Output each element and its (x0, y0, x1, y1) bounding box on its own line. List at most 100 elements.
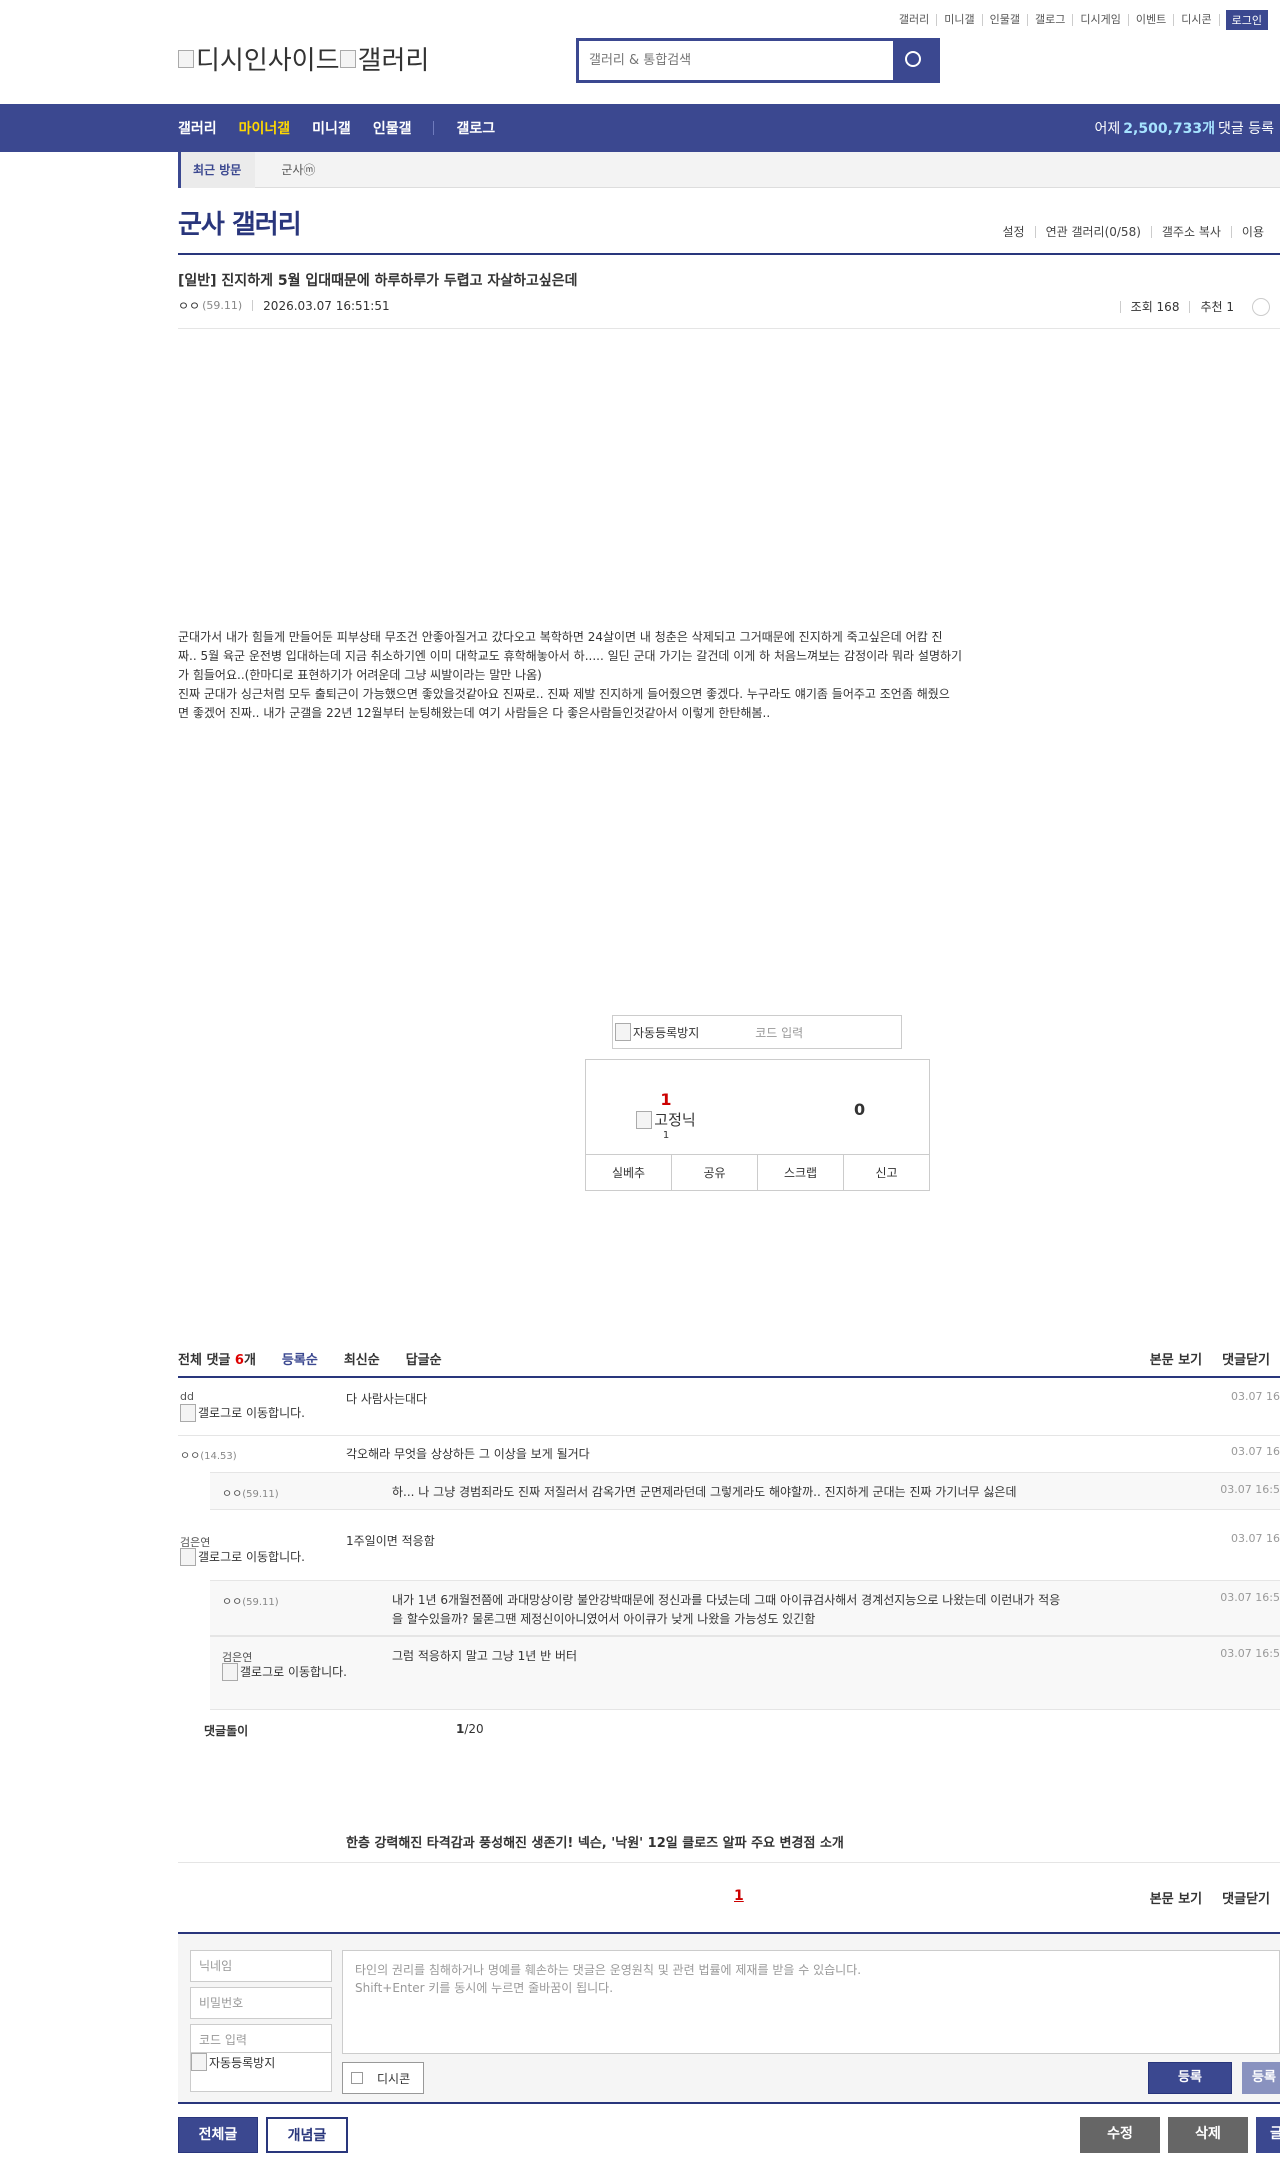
nav-persongall[interactable]: 인물갤 (373, 118, 412, 138)
util-persongall[interactable]: 인물갤 (983, 14, 1029, 26)
sort-replies[interactable]: 답글순 (406, 1349, 442, 1368)
comment-nick-text: ㅇㅇ (180, 1449, 201, 1462)
submit-comment-button[interactable]: 등록 (1148, 2062, 1232, 2094)
comment-page-total: /20 (464, 1722, 484, 1736)
stat-prefix: 어제 (1094, 121, 1121, 137)
delete-button[interactable]: 삭제 (1168, 2117, 1248, 2153)
comment-count-unit: 개 (243, 1353, 256, 1368)
post-author[interactable]: ㅇㅇ (178, 297, 200, 314)
dccon-label: 디시콘 (377, 2071, 411, 2086)
scrap-button[interactable]: 스크랩 (757, 1155, 843, 1190)
comment-nick[interactable]: ㅇㅇ(59.11) (222, 1593, 279, 1609)
util-gallery[interactable]: 갤러리 (892, 14, 938, 26)
comment-pagination-current[interactable]: 1 (734, 1888, 744, 1904)
report-button[interactable]: 신고 (843, 1155, 929, 1190)
search-bar (576, 38, 940, 83)
comment-text: 다 사람사는대다 (346, 1392, 428, 1406)
view-post-button-bottom[interactable]: 본문 보기 (1150, 1888, 1202, 1907)
nav-gallog[interactable]: 갤로그 (456, 118, 495, 138)
concept-posts-button[interactable]: 개념글 (266, 2117, 348, 2153)
code-input[interactable]: 코드 입력 (190, 2024, 332, 2054)
post-meta: ㅇㅇ (59.11) 2026.03.07 16:51:51 (178, 297, 390, 314)
post-body-line: 짜.. 5월 육군 운전병 입대하는데 지금 취소하기엔 이미 대학교도 휴학해… (178, 649, 963, 663)
related-gallery-link[interactable]: 연관 갤러리(0/58) (1034, 226, 1151, 238)
share-button[interactable]: 공유 (671, 1155, 757, 1190)
comment-text: 각오해라 무엇을 상상하든 그 이상을 보게 될거다 (346, 1447, 590, 1461)
nav-gallery[interactable]: 갤러리 (178, 118, 217, 138)
nickname-input[interactable]: 닉네임 (190, 1950, 332, 1982)
util-event[interactable]: 이벤트 (1129, 14, 1175, 26)
sort-registered[interactable]: 등록순 (282, 1349, 318, 1368)
nav-minorgall[interactable]: 마이너갤 (239, 118, 291, 138)
comment-date: 03.07 16:5 (1220, 1647, 1280, 1660)
edit-button[interactable]: 수정 (1080, 2117, 1160, 2153)
comment-text-line: 내가 1년 6개월전쯤에 과대망상이랑 불안강박때문에 정신과를 다녔는데 그때… (392, 1593, 1061, 1607)
recent-gallery-link[interactable]: 군사ⓜ (281, 161, 315, 178)
recommend-up[interactable]: 1 고정닉 1 (626, 1090, 706, 1141)
comment-count-value: 6 (234, 1353, 244, 1368)
main-nav: 갤러리 마이너갤 미니갤 인물갤 갤로그 어제 2,500,733개 댓글 등록 (0, 104, 1280, 152)
post-stats: 조회 168 추천 1 (1119, 298, 1270, 316)
recommend-box: 1 고정닉 1 0 실베추 공유 스크랩 신고 (585, 1059, 930, 1191)
gallery-title[interactable]: 군사 갤러리 (178, 204, 302, 241)
comment-text: 내가 1년 6개월전쯤에 과대망상이랑 불안강박때문에 정신과를 다녔는데 그때… (392, 1591, 1060, 1629)
comment-nick[interactable]: dd (180, 1390, 194, 1403)
post-author-ip: (59.11) (202, 299, 243, 312)
password-input[interactable]: 비밀번호 (190, 1987, 332, 2019)
comment-date: 03.07 16 (1231, 1532, 1280, 1545)
recommend-down[interactable]: 0 (854, 1100, 865, 1119)
copy-url-link[interactable]: 갤주소 복사 (1150, 226, 1231, 238)
comment-nick[interactable]: ㅇㅇ(14.53) (180, 1447, 237, 1463)
recent-visit-bar: 최근 방문 군사ⓜ (178, 151, 1280, 188)
captcha-code-input[interactable]: 코드 입력 (755, 1024, 803, 1041)
sort-latest[interactable]: 최신순 (344, 1349, 380, 1368)
search-input[interactable] (579, 41, 893, 80)
bottom-comment-tools: 본문 보기 댓글닫기 (1130, 1888, 1270, 1907)
nav-minigall[interactable]: 미니갤 (312, 118, 351, 138)
view-post-button[interactable]: 본문 보기 (1150, 1349, 1202, 1368)
comment-text-line: 을 할수있을까? 물론그땐 제정신이아니였어서 아이큐가 낮게 나왔을 가능성도… (392, 1612, 816, 1626)
util-minigall[interactable]: 미니갤 (937, 14, 983, 26)
login-button[interactable]: 로그인 (1225, 10, 1268, 30)
search-button[interactable] (893, 41, 937, 80)
usage-link[interactable]: 이용 (1230, 226, 1274, 238)
settings-link[interactable]: 설정 (992, 226, 1034, 238)
comments-header: 전체 댓글 6개 등록순 최신순 답글순 본문 보기 댓글닫기 (178, 1349, 1280, 1368)
close-comments-button[interactable]: 댓글닫기 (1222, 1349, 1270, 1368)
dccon-button[interactable]: 디시콘 (342, 2062, 424, 2094)
all-posts-button[interactable]: 전체글 (178, 2117, 258, 2153)
comment-page-info: 1/20 (456, 1722, 484, 1736)
comment-date: 03.07 16 (1231, 1390, 1280, 1403)
logo-image-gallery: 갤러리 (340, 40, 430, 77)
util-dcgame[interactable]: 디시게임 (1073, 14, 1129, 26)
title-divider (178, 253, 1280, 255)
comment-nick[interactable]: ㅇㅇ(59.11) (222, 1485, 279, 1501)
util-gallog[interactable]: 갤로그 (1028, 14, 1074, 26)
comment-ip: (14.53) (200, 1451, 237, 1462)
more-circle-icon[interactable] (1252, 298, 1270, 316)
comment-write-box: 닉네임 비밀번호 코드 입력 자동등록방지 타인의 권리를 침해하거나 명예를 … (178, 1932, 1280, 2104)
stat-value: 2,500,733개 (1123, 121, 1216, 137)
comment-stat: 어제 2,500,733개 댓글 등록 (1095, 104, 1274, 152)
comment-nick-text: ㅇㅇ (222, 1487, 243, 1500)
best-recommend-button[interactable]: 실베추 (586, 1155, 671, 1190)
comment-nick-text: ㅇㅇ (222, 1595, 243, 1608)
comment-textarea[interactable]: 타인의 권리를 침해하거나 명예를 훼손하는 댓글은 운영원칙 및 관련 법률에… (342, 1950, 1280, 2054)
post-header-divider (178, 328, 1280, 329)
site-logo[interactable]: 디시인사이드 갤러리 (178, 40, 429, 77)
fixed-nick-image: 고정닉 (636, 1109, 695, 1130)
submit-recommend-button[interactable]: 등록 (1242, 2062, 1280, 2094)
gallog-link-image[interactable]: 갤로그로 이동합니다. (180, 1404, 310, 1422)
write-button[interactable]: 글 (1256, 2117, 1280, 2153)
comments-divider (178, 1376, 1280, 1378)
news-headline-link[interactable]: 한층 강력해진 타격감과 풍성해진 생존기! 넥슨, '낙원' 12일 클로즈 … (346, 1832, 844, 1851)
post-views: 조회 168 (1119, 301, 1190, 313)
close-comments-button-bottom[interactable]: 댓글닫기 (1222, 1888, 1270, 1907)
util-dccon[interactable]: 디시콘 (1174, 14, 1220, 26)
comment-item: dd 갤로그로 이동합니다. 다 사람사는대다 03.07 16 (178, 1380, 1280, 1436)
gallog-link-image[interactable]: 갤로그로 이동합니다. (180, 1548, 310, 1566)
write-captcha-image: 자동등록방지 (191, 2053, 275, 2071)
comment-date: 03.07 16:5 (1220, 1483, 1280, 1496)
gallog-link-image[interactable]: 갤로그로 이동합니다. (222, 1663, 352, 1681)
comment-text: 하... 나 그냥 경범죄라도 진짜 저질러서 감옥가면 군면제라던데 그렇게라… (392, 1485, 1017, 1499)
